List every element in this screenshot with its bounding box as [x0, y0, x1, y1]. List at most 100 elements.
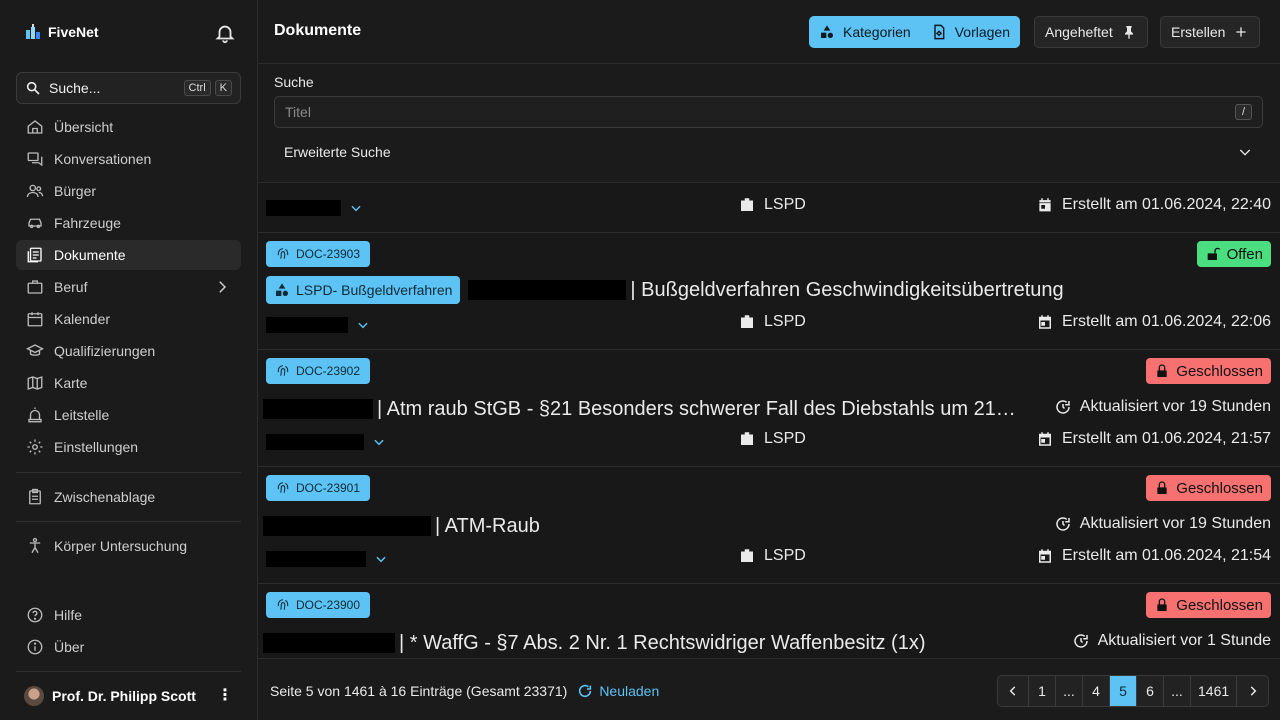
sidebar-item-koerper-untersuchung[interactable]: Körper Untersuchung [16, 531, 241, 561]
redacted-name [266, 434, 364, 450]
graduation-icon [26, 344, 44, 356]
sidebar-item-label: Kalender [54, 311, 111, 327]
main-panel: Dokumente Kategorien Vorlagen Angeheftet… [258, 0, 1280, 720]
advanced-search-toggle[interactable]: Erweiterte Suche [274, 136, 1263, 168]
sidebar-item-label: Körper Untersuchung [54, 538, 188, 554]
templates-button[interactable]: Vorlagen [921, 16, 1020, 48]
doc-id-badge: DOC-23903 [266, 241, 371, 267]
doc-creator[interactable] [266, 200, 363, 216]
briefcase-icon [741, 198, 753, 211]
updated-label: Aktualisiert vor 1 Stunde [1097, 632, 1271, 649]
pagination: 1 ... 4 5 6 ... 1461 [997, 675, 1270, 707]
settings-icon [27, 439, 43, 455]
status-badge: Geschlossen [1146, 358, 1271, 384]
calendar-icon [1038, 432, 1051, 446]
sidebar-item-hilfe[interactable]: Hilfe [16, 600, 241, 630]
doc-title [263, 183, 943, 186]
sidebar-item-karte[interactable]: Karte [16, 368, 241, 398]
prev-page-button[interactable] [998, 676, 1029, 706]
avatar [24, 686, 44, 706]
car-icon [28, 218, 42, 229]
reload-button[interactable]: Neuladen [577, 683, 659, 699]
lock-icon [1157, 481, 1167, 494]
briefcase-icon [741, 432, 753, 445]
page-4-button[interactable]: 4 [1083, 676, 1110, 706]
sidebar-item-label: Karte [54, 375, 88, 391]
create-button[interactable]: Erstellen [1160, 16, 1261, 48]
chevron-left-icon [1009, 686, 1016, 696]
page-info: Seite 5 von 1461 à 16 Einträge (Gesamt 2… [270, 683, 659, 699]
doc-creator[interactable] [266, 434, 386, 450]
sidebar-item-label: Konversationen [54, 151, 152, 167]
documents-icon [27, 247, 42, 263]
refresh-icon [1056, 517, 1070, 531]
lock-open-icon [1207, 247, 1220, 260]
kbd-k: K [214, 80, 232, 96]
doc-updated: Aktualisiert vor 19 Stunden [1054, 515, 1271, 533]
search-placeholder: Titel [285, 104, 311, 120]
sidebar-item-leitstelle[interactable]: Leitstelle [16, 400, 241, 430]
document-row[interactable]: DOC-23903 Offen LSPD- Bußgeldverfahren |… [258, 233, 1280, 350]
sidebar-item-uebersicht[interactable]: Übersicht [16, 112, 241, 142]
created-label: Erstellt am 01.06.2024, 22:06 [1061, 313, 1271, 330]
calendar-icon [27, 312, 43, 327]
sidebar-item-label: Leitstelle [54, 407, 110, 423]
categories-label: Kategorien [843, 24, 911, 40]
users-icon [26, 184, 44, 198]
status-badge: Geschlossen [1146, 475, 1271, 501]
sidebar-item-dokumente[interactable]: Dokumente [16, 240, 241, 270]
kbd-ctrl: Ctrl [183, 80, 211, 96]
body-icon [29, 537, 41, 554]
doc-id-badge: DOC-23901 [266, 475, 371, 501]
documents-list: LSPD Erstellt am 01.06.2024, 22:40 DOC-2… [258, 183, 1280, 658]
org-label: LSPD [764, 196, 806, 213]
doc-title: | ATM-Raub [263, 513, 540, 539]
doc-org: LSPD [738, 313, 806, 331]
page-1461-button[interactable]: 1461 [1191, 676, 1238, 706]
redacted-name [266, 551, 366, 567]
doc-creator[interactable] [266, 551, 388, 567]
briefcase-icon [27, 280, 43, 294]
document-row[interactable]: DOC-23901 Geschlossen | ATM-Raub Aktuali… [258, 467, 1280, 584]
category-template-group: Kategorien Vorlagen [809, 16, 1020, 48]
pinned-button[interactable]: Angeheftet [1034, 16, 1148, 48]
document-row[interactable]: LSPD Erstellt am 01.06.2024, 22:40 [258, 183, 1280, 233]
sidebar-item-beruf[interactable]: Beruf [16, 272, 241, 302]
org-label: LSPD [764, 313, 806, 330]
sidebar-divider [16, 521, 241, 522]
sidebar-item-label: Fahrzeuge [54, 215, 121, 231]
chat-icon [27, 152, 43, 167]
sidebar-item-fahrzeuge[interactable]: Fahrzeuge [16, 208, 241, 238]
notifications-bell-icon[interactable] [214, 22, 236, 44]
sidebar-search-button[interactable]: Suche... Ctrl K [16, 72, 241, 104]
page-6-button[interactable]: 6 [1137, 676, 1164, 706]
page-5-button[interactable]: 5 [1110, 676, 1137, 706]
sidebar-item-qualifizierungen[interactable]: Qualifizierungen [16, 336, 241, 366]
sidebar-item-ueber[interactable]: Über [16, 632, 241, 662]
page-1-button[interactable]: 1 [1029, 676, 1056, 706]
document-row[interactable]: DOC-23902 Geschlossen | Atm raub StGB - … [258, 350, 1280, 467]
sidebar-item-zwischenablage[interactable]: Zwischenablage [16, 482, 241, 512]
sidebar: FiveNet Suche... Ctrl K Übersicht Konvers… [0, 0, 258, 720]
redacted-text [263, 516, 431, 536]
doc-creator[interactable] [266, 317, 370, 333]
sidebar-item-buerger[interactable]: Bürger [16, 176, 241, 206]
categories-button[interactable]: Kategorien [809, 16, 921, 48]
sidebar-item-label: Hilfe [54, 607, 83, 623]
category-badge: LSPD- Bußgeldverfahren [266, 276, 461, 304]
title-search-input[interactable]: Titel / [274, 96, 1263, 128]
next-page-button[interactable] [1237, 676, 1269, 706]
sidebar-item-kalender[interactable]: Kalender [16, 304, 241, 334]
reload-label: Neuladen [599, 683, 660, 699]
document-row[interactable]: DOC-23900 Geschlossen | * WaffG - §7 Abs… [258, 584, 1280, 658]
app-brand[interactable]: FiveNet [24, 21, 99, 43]
sidebar-item-einstellungen[interactable]: Einstellungen [16, 432, 241, 462]
chevron-down-icon [376, 556, 386, 563]
user-profile[interactable]: Prof. Dr. Philipp Scott ⋮ [16, 681, 241, 711]
more-vertical-icon[interactable]: ⋮ [217, 688, 233, 704]
sidebar-item-konversationen[interactable]: Konversationen [16, 144, 241, 174]
user-name: Prof. Dr. Philipp Scott [52, 688, 196, 704]
doc-updated: Aktualisiert vor 19 Stunden [1054, 398, 1271, 416]
page-ellipsis: ... [1164, 676, 1191, 706]
page-info-text: Seite 5 von 1461 à 16 Einträge (Gesamt 2… [270, 683, 568, 699]
